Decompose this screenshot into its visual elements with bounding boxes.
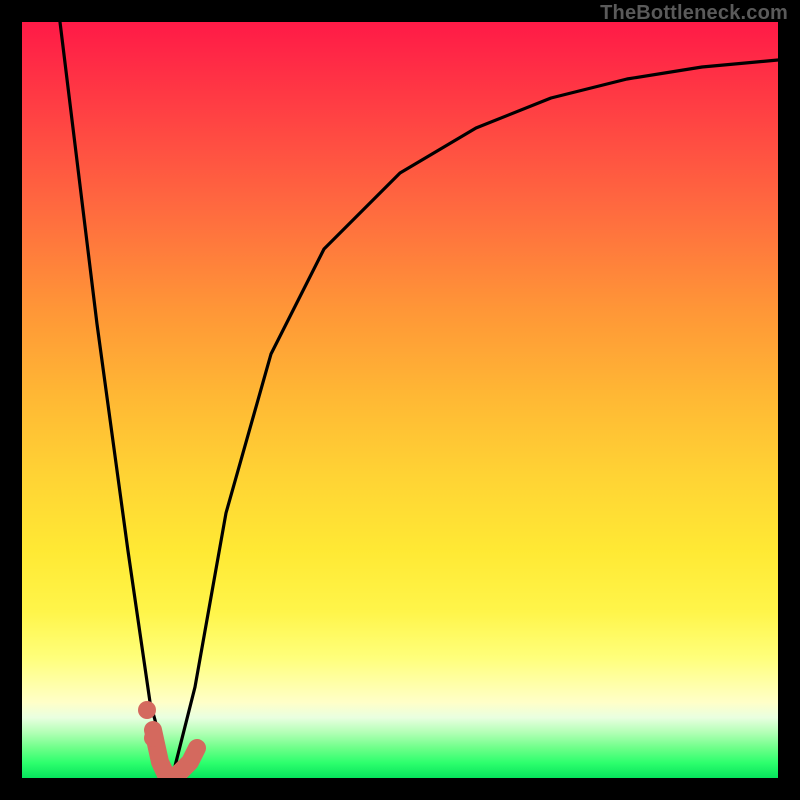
dot-upper	[138, 701, 156, 719]
bottleneck-curve	[60, 22, 778, 778]
chart-frame: TheBottleneck.com	[0, 0, 800, 800]
plot-area	[22, 22, 778, 778]
dot-lower	[144, 729, 162, 747]
curve-layer	[22, 22, 778, 778]
